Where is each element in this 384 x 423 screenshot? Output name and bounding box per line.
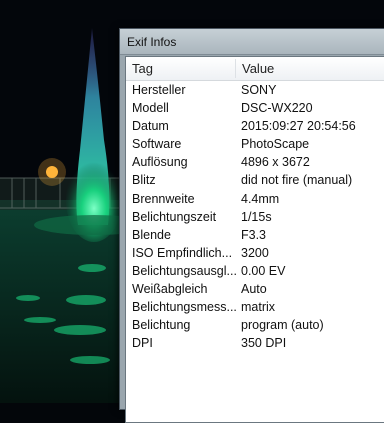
table-row[interactable]: Auflösung 4896 x 3672 [126, 154, 384, 172]
row-tag: ISO Empfindlich... [132, 245, 233, 260]
row-value: DSC-WX220 [241, 101, 313, 116]
row-tag: Belichtungszeit [132, 209, 217, 224]
table-row[interactable]: Modell DSC-WX220 [126, 100, 384, 118]
title-bar[interactable]: Exif Infos [120, 29, 384, 55]
row-value: did not fire (manual) [241, 173, 353, 188]
row-value: PhotoScape [241, 137, 310, 152]
row-value: matrix [241, 300, 276, 315]
table-row[interactable]: Brennweite 4.4mm [126, 191, 384, 209]
row-value: 0.00 EV [241, 263, 286, 278]
table-row[interactable]: Software PhotoScape [126, 136, 384, 154]
row-tag: Modell [132, 101, 169, 116]
table-row[interactable]: Hersteller SONY [126, 82, 384, 100]
exif-table: Tag Value Hersteller SONY Modell DSC-WX220 D… [125, 56, 384, 423]
row-tag: Brennweite [132, 191, 195, 206]
window-title: Exif Infos [127, 35, 177, 49]
row-tag: Auflösung [132, 155, 188, 170]
row-value: 1/15s [241, 209, 272, 224]
row-tag: Datum [132, 119, 169, 134]
row-value: 4.4mm [241, 191, 280, 206]
table-row[interactable]: Weißabgleich Auto [126, 281, 384, 299]
row-tag: Belichtungsmess... [132, 300, 236, 315]
row-tag: Blitz [132, 173, 156, 188]
row-tag: Belichtungsausgl... [132, 263, 236, 278]
row-value: SONY [241, 83, 277, 97]
table-row[interactable]: Belichtungsmess... matrix [126, 299, 384, 317]
row-value: Auto [241, 282, 267, 297]
table-row[interactable]: Belichtungszeit 1/15s [126, 209, 384, 227]
table-header: Tag Value [126, 57, 384, 81]
row-value: program (auto) [241, 318, 324, 333]
row-tag: Weißabgleich [132, 282, 208, 297]
row-value: 4896 x 3672 [241, 155, 310, 170]
row-tag: Belichtung [132, 318, 191, 333]
table-body: Hersteller SONY Modell DSC-WX220 Datum 2015:0… [126, 82, 384, 353]
row-tag: DPI [132, 336, 153, 351]
column-header-tag[interactable]: Tag [132, 61, 153, 76]
table-row[interactable]: ISO Empfindlich... 3200 [126, 245, 384, 263]
table-row[interactable]: Belichtungsausgl... 0.00 EV [126, 263, 384, 281]
row-value: 350 DPI [241, 336, 287, 351]
table-row[interactable]: Datum 2015:09:27 20:54:56 [126, 118, 384, 136]
table-row[interactable]: Blende F3.3 [126, 227, 384, 245]
row-value: 2015:09:27 20:54:56 [241, 119, 356, 134]
row-value: F3.3 [241, 227, 267, 242]
row-tag: Blende [132, 227, 171, 242]
row-value: 3200 [241, 245, 269, 260]
row-tag: Hersteller [132, 83, 186, 97]
table-row[interactable]: DPI 350 DPI [126, 335, 384, 353]
row-tag: Software [132, 137, 182, 152]
table-row[interactable]: Belichtung program (auto) [126, 317, 384, 335]
exif-window: Exif Infos Tag Value Hersteller SONY Model… [119, 28, 384, 423]
table-row[interactable]: Blitz did not fire (manual) [126, 172, 384, 190]
column-divider[interactable] [235, 59, 236, 78]
column-header-value[interactable]: Value [242, 61, 274, 76]
